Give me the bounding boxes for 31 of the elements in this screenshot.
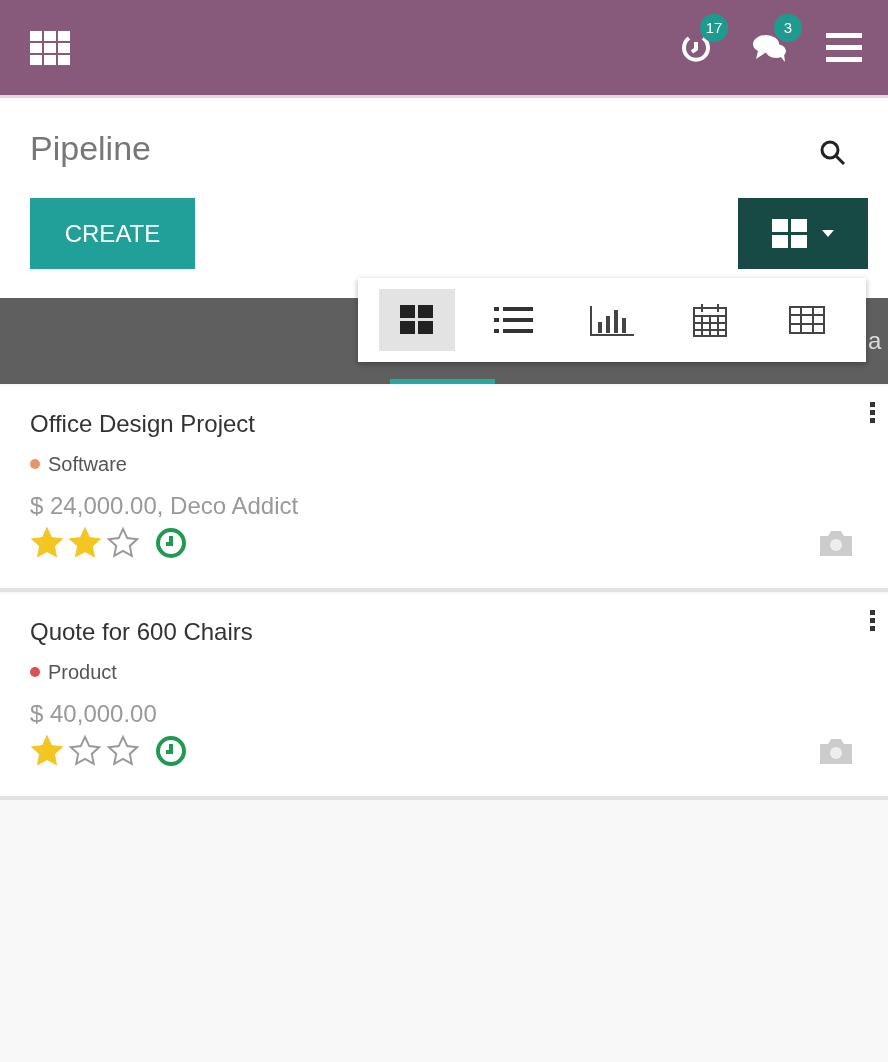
empty-star-icon[interactable] <box>68 734 102 768</box>
kanban-icon <box>772 218 808 249</box>
view-switcher-button[interactable] <box>738 198 868 269</box>
count-badge: 3 <box>774 13 802 42</box>
kanban-icon <box>399 305 434 335</box>
card-title: Quote for 600 Chairs <box>30 618 254 647</box>
clock-icon[interactable] <box>154 734 188 768</box>
tag-label: Product <box>48 660 117 684</box>
empty-star-icon[interactable] <box>106 734 140 768</box>
calendar-icon <box>691 302 728 338</box>
clock-icon[interactable] <box>154 526 188 560</box>
kanban-card[interactable]: Quote for 600 Chairs Product $ 40,000.00 <box>0 594 888 800</box>
chat-icon <box>752 32 788 63</box>
filled-star-icon[interactable] <box>68 526 102 560</box>
list-icon <box>494 305 535 335</box>
card-title: Office Design Project <box>30 410 256 439</box>
pivot-table-icon <box>789 306 826 334</box>
empty-star-icon[interactable] <box>106 526 140 560</box>
page-title: Pipeline <box>30 128 151 168</box>
filled-star-icon[interactable] <box>30 734 64 768</box>
caret-icon <box>822 229 834 238</box>
count-badge: 17 <box>700 13 728 42</box>
stage-title[interactable]: a <box>868 327 888 355</box>
bar-chart-icon <box>590 304 634 336</box>
filled-star-icon[interactable] <box>30 526 64 560</box>
view-option[interactable] <box>378 289 455 351</box>
kanban-card[interactable]: Office Design Project Software $ 24,000.00, Deco Addict <box>0 386 888 592</box>
search-icon[interactable] <box>820 140 846 166</box>
tag-label: Software <box>48 452 127 476</box>
card-amount: $ 40,000.00 <box>30 700 158 729</box>
card-amount: $ 24,000.00, Deco Addict <box>30 492 300 521</box>
